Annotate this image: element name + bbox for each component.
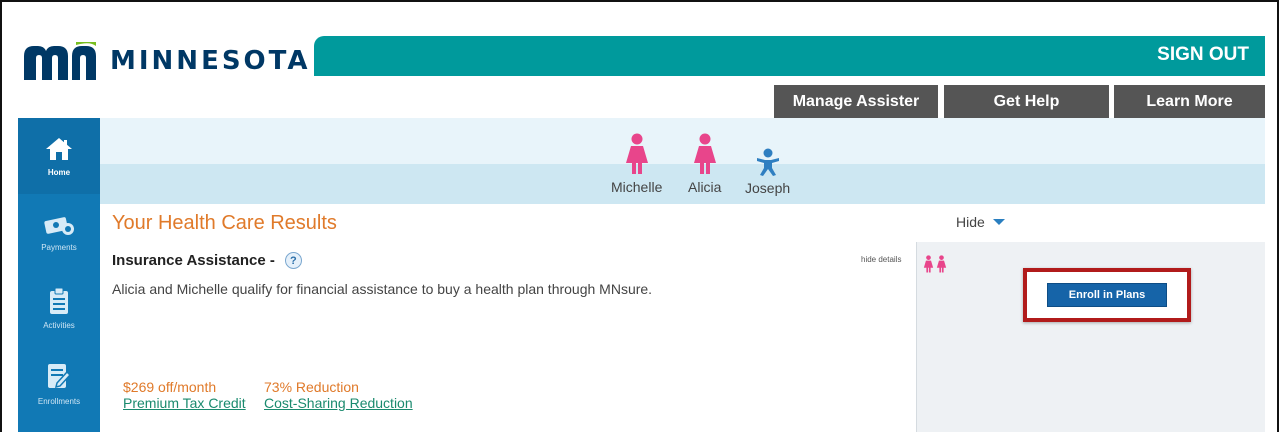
enrollments-icon: [48, 363, 71, 388]
household-member-alicia[interactable]: Alicia: [688, 133, 721, 195]
eligibility-description: Alicia and Michelle qualify for financia…: [112, 281, 653, 297]
sidebar-item-enrollments[interactable]: Enrollments: [18, 346, 100, 422]
sign-out-button[interactable]: SIGN OUT: [1157, 44, 1249, 66]
help-icon[interactable]: ?: [284, 252, 302, 269]
insurance-assistance-heading: Insurance Assistance - ?: [112, 252, 302, 269]
hide-details-link[interactable]: hide details: [861, 255, 901, 264]
enrollment-panel: Enroll in Plans: [916, 242, 1265, 432]
stat-value: $269 off/month: [123, 379, 217, 395]
member-name: Alicia: [688, 179, 722, 195]
female-person-icon: [693, 133, 716, 174]
insurance-assistance-title: Insurance Assistance -: [112, 252, 275, 269]
household-band-lower: [100, 164, 1265, 204]
sidebar-item-label: Payments: [41, 242, 77, 252]
page-title: Your Health Care Results: [112, 212, 337, 234]
child-person-icon: [756, 148, 779, 176]
household-band: [100, 118, 1265, 164]
female-person-icon: [923, 255, 934, 273]
home-icon: [46, 137, 72, 160]
sidebar-item-activities[interactable]: Activities: [18, 270, 100, 346]
sidebar-item-payments[interactable]: Payments: [18, 194, 100, 270]
sidebar-item-label: Enrollments: [37, 396, 81, 406]
top-banner: SIGN OUT: [314, 36, 1265, 76]
enroll-in-plans-button[interactable]: Enroll in Plans: [1047, 283, 1167, 307]
chevron-down-icon: [992, 219, 1005, 225]
enroll-highlight-box: Enroll in Plans: [1023, 268, 1191, 322]
sidebar-item-label: Home: [47, 167, 71, 177]
sidebar-item-label: Activities: [43, 320, 75, 330]
payments-icon: [44, 216, 74, 235]
cost-sharing-reduction-stat: 73% Reduction Cost-Sharing Reduction: [264, 379, 413, 411]
hide-label: Hide: [956, 214, 985, 230]
activities-icon: [50, 287, 68, 314]
female-person-icon: [936, 255, 947, 273]
household-member-michelle[interactable]: Michelle: [611, 133, 662, 195]
household-member-joseph[interactable]: Joseph: [745, 148, 790, 196]
sidebar-nav: Home Payments Activities Enrollments: [18, 118, 100, 432]
member-name: Joseph: [745, 180, 791, 196]
learn-more-button[interactable]: Learn More: [1114, 85, 1265, 118]
mn-logo-icon: [24, 42, 96, 80]
eligible-members: [923, 252, 947, 276]
manage-assister-button[interactable]: Manage Assister: [774, 85, 938, 118]
brand-name: MINNESOTA: [110, 46, 311, 76]
sidebar-item-home[interactable]: Home: [18, 118, 100, 194]
female-person-icon: [625, 133, 648, 174]
stat-value: 73% Reduction: [264, 379, 359, 395]
cost-sharing-reduction-link[interactable]: Cost-Sharing Reduction: [264, 395, 413, 411]
premium-tax-credit-link[interactable]: Premium Tax Credit: [123, 395, 246, 411]
premium-tax-credit-stat: $269 off/month Premium Tax Credit: [123, 379, 246, 411]
member-name: Michelle: [611, 179, 663, 195]
get-help-button[interactable]: Get Help: [944, 85, 1109, 118]
minnesota-logo[interactable]: MINNESOTA: [24, 42, 311, 80]
hide-toggle[interactable]: Hide: [956, 214, 1005, 230]
